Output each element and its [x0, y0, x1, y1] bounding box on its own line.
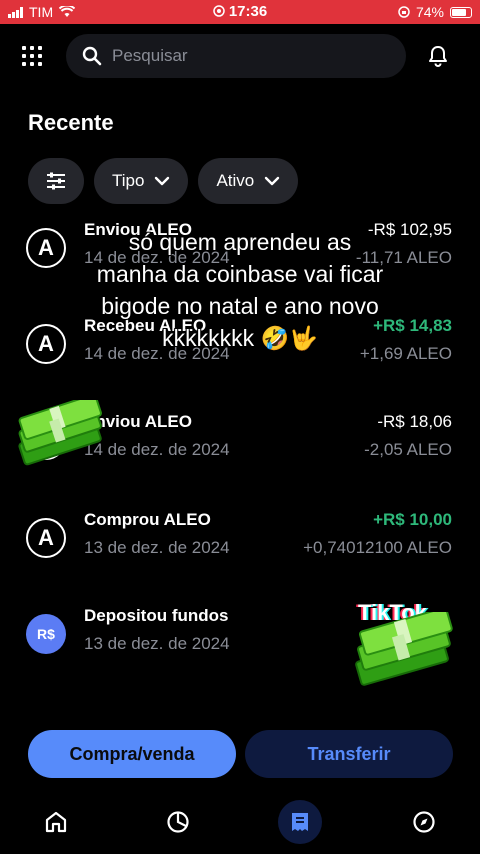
- bottom-nav: [0, 790, 480, 854]
- compass-icon: [413, 811, 435, 833]
- video-caption: só quem aprendeu as manha da coinbase va…: [0, 226, 480, 354]
- caption-line: só quem aprendeu as: [128, 229, 352, 255]
- aleo-icon: A: [26, 518, 66, 558]
- status-right: 74%: [398, 4, 472, 20]
- nav-transactions[interactable]: [278, 800, 322, 844]
- recording-icon: [213, 5, 225, 17]
- battery-percent: 74%: [415, 4, 444, 20]
- money-stack-icon: [355, 612, 453, 686]
- status-bar: TIM 17:36 74%: [0, 0, 480, 24]
- money-stack-icon: [18, 400, 102, 466]
- nav-portfolio[interactable]: [158, 802, 198, 842]
- type-filter-dropdown[interactable]: Tipo: [94, 158, 189, 204]
- sliders-icon: [47, 172, 65, 190]
- search-bar[interactable]: [66, 34, 406, 78]
- bell-icon[interactable]: [426, 44, 450, 68]
- transaction-amount-fiat: -R$ 18,06: [377, 412, 452, 431]
- caption-line: bigode no natal e ano novo: [101, 293, 379, 319]
- asset-filter-dropdown[interactable]: Ativo: [198, 158, 299, 204]
- search-input[interactable]: [112, 46, 372, 66]
- pie-chart-icon: [167, 811, 189, 833]
- search-icon: [82, 46, 102, 66]
- home-icon: [45, 811, 67, 833]
- status-time: 17:36: [228, 3, 268, 20]
- transaction-amount-crypto: -2,05 ALEO: [364, 440, 452, 459]
- caption-line: kkkkkkkk 🤣🤟: [162, 325, 318, 351]
- chevron-down-icon: [155, 176, 170, 186]
- nav-explore[interactable]: [404, 802, 444, 842]
- apps-grid-icon[interactable]: [20, 44, 44, 68]
- brl-currency-icon: R$: [26, 614, 66, 654]
- buy-sell-button[interactable]: Compra/venda: [28, 730, 236, 778]
- battery-icon: [450, 6, 472, 18]
- filter-settings-button[interactable]: [28, 158, 84, 204]
- nav-home[interactable]: [36, 802, 76, 842]
- type-filter-label: Tipo: [112, 171, 145, 190]
- transaction-date: 13 de dez. de 2024: [84, 634, 230, 653]
- receipt-icon: [292, 813, 308, 831]
- chevron-down-icon: [265, 176, 280, 186]
- transaction-title: Depositou fundos: [84, 606, 229, 625]
- transaction-title: Comprou ALEO: [84, 510, 211, 529]
- orientation-lock-icon: [398, 6, 410, 18]
- caption-line: manha da coinbase vai ficar: [96, 261, 384, 287]
- transaction-date: 13 de dez. de 2024: [84, 538, 230, 557]
- transaction-amount-crypto: +0,74012100 ALEO: [303, 538, 452, 557]
- transaction-row[interactable]: A Comprou ALEO 13 de dez. de 2024 +R$ 10…: [0, 508, 480, 578]
- filter-bar: Tipo Ativo: [28, 158, 299, 204]
- transfer-button[interactable]: Transferir: [245, 730, 453, 778]
- asset-filter-label: Ativo: [216, 171, 255, 190]
- transaction-amount-fiat: +R$ 10,00: [373, 510, 452, 529]
- page-title: Recente: [28, 110, 114, 135]
